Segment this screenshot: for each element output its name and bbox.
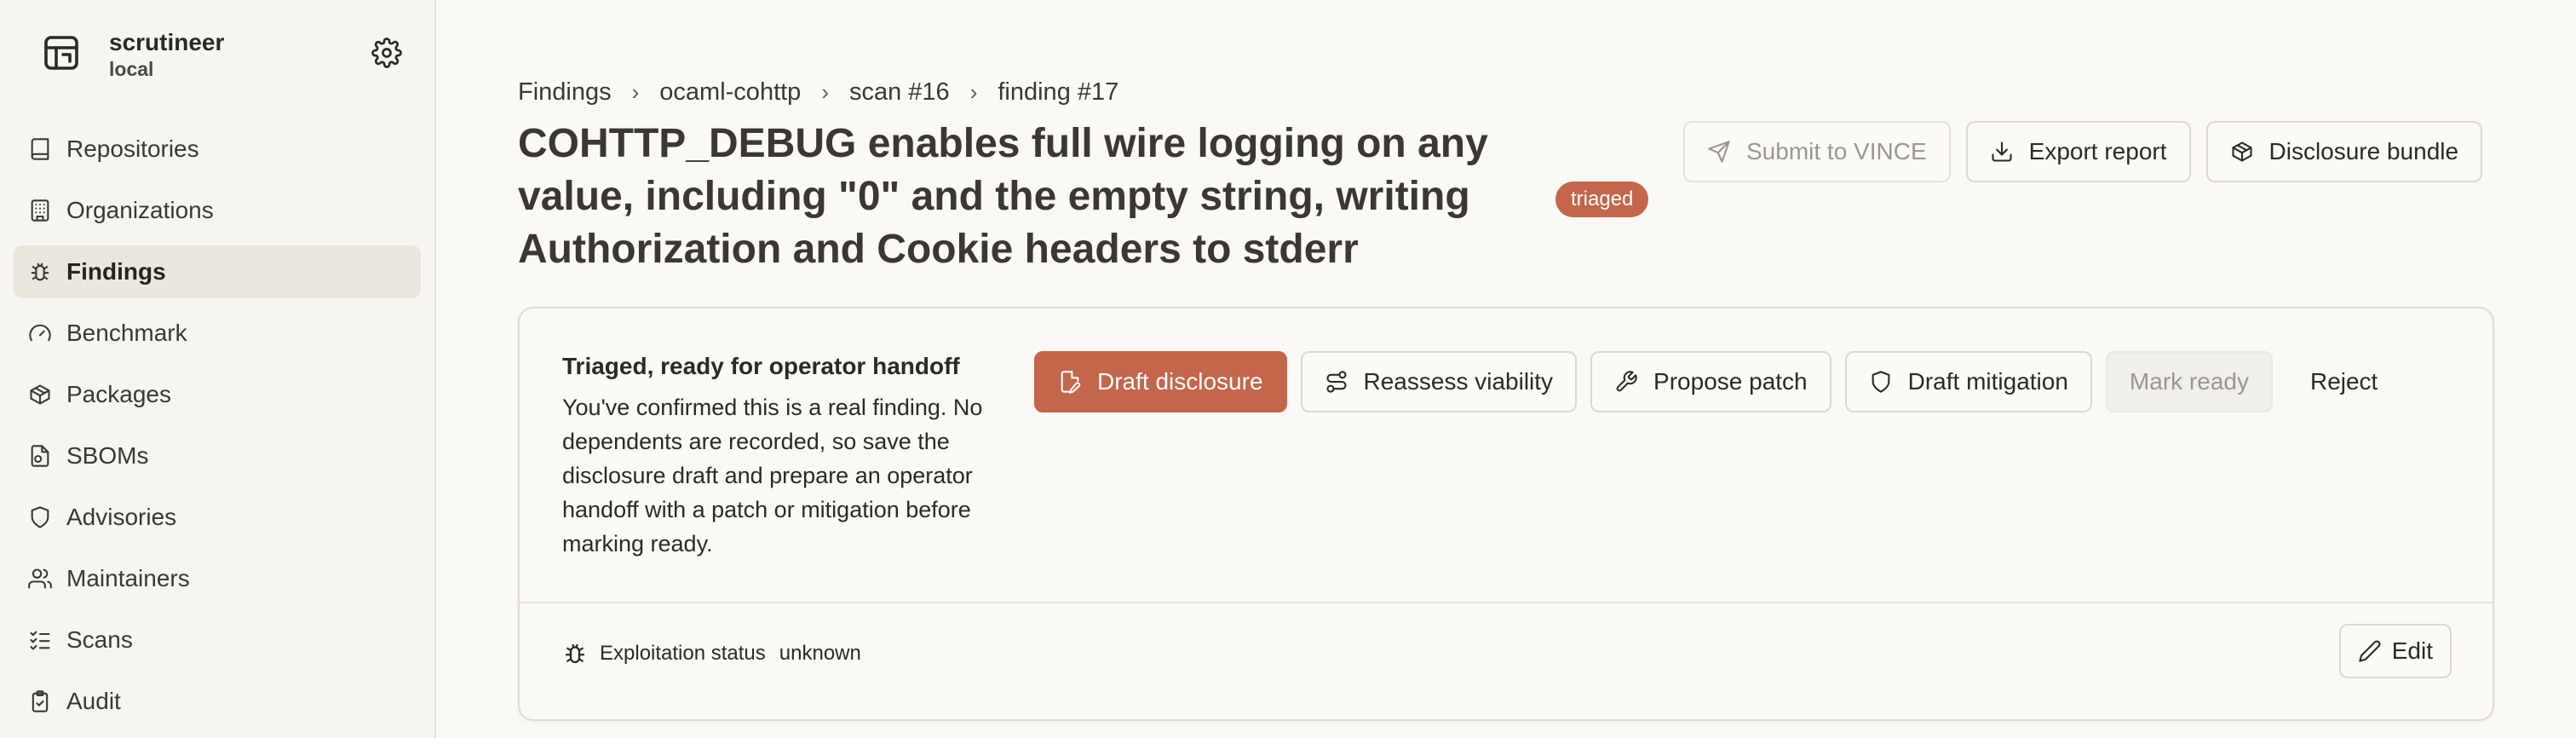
- handoff-description: You've confirmed this is a real finding.…: [562, 395, 983, 556]
- sidebar-item-label: Maintainers: [66, 565, 190, 591]
- mark-ready-button[interactable]: Mark ready: [2105, 351, 2273, 412]
- sidebar-item-label: Packages: [66, 381, 171, 407]
- sidebar: scrutineer local Repositories Organizati…: [0, 0, 436, 738]
- sidebar-item-organizations[interactable]: Organizations: [14, 184, 421, 237]
- exploitation-status: Exploitation status unknown: [562, 641, 861, 666]
- file-edit-icon: [1058, 370, 1082, 394]
- sidebar-item-label: Audit: [66, 688, 121, 714]
- wrench-icon: [1614, 370, 1638, 394]
- bug-icon: [562, 641, 588, 666]
- breadcrumb: Findings › ocaml-cohttp › scan #16 › fin…: [518, 75, 1118, 109]
- disclosure-bundle-label: Disclosure bundle: [2268, 138, 2459, 164]
- sidebar-item-label: Scans: [66, 626, 133, 653]
- export-report-button[interactable]: Export report: [1965, 121, 2191, 182]
- sidebar-item-label: Advisories: [66, 504, 177, 530]
- sidebar-item-benchmark[interactable]: Benchmark: [14, 307, 421, 360]
- pencil-icon: [2358, 639, 2382, 663]
- draft-mitigation-label: Draft mitigation: [1907, 368, 2068, 395]
- package-icon: [27, 382, 53, 407]
- brand: scrutineer local: [41, 29, 416, 80]
- chevron-right-icon: ›: [821, 78, 829, 105]
- breadcrumb-finding: finding #17: [998, 78, 1119, 106]
- submit-to-vince-label: Submit to VINCE: [1746, 138, 1927, 164]
- sidebar-item-scans[interactable]: Scans: [14, 614, 421, 666]
- shield-icon: [27, 504, 53, 530]
- sbom-file-icon: [27, 443, 53, 469]
- chevron-right-icon: ›: [631, 78, 640, 105]
- users-icon: [27, 566, 53, 591]
- sidebar-item-label: Repositories: [66, 135, 199, 162]
- edit-exploitation-button[interactable]: Edit: [2338, 624, 2452, 678]
- edit-label: Edit: [2391, 637, 2433, 664]
- propose-patch-button[interactable]: Propose patch: [1590, 351, 1831, 412]
- draft-disclosure-label: Draft disclosure: [1097, 368, 1263, 395]
- logo-icon: [41, 32, 82, 73]
- sidebar-item-packages[interactable]: Packages: [14, 368, 421, 421]
- mark-ready-label: Mark ready: [2129, 368, 2249, 395]
- reject-label: Reject: [2309, 368, 2378, 395]
- sidebar-nav: Repositories Organizations Findings Benc…: [14, 123, 421, 736]
- exploitation-status-label: Exploitation status: [600, 642, 766, 665]
- sidebar-item-label: Benchmark: [66, 320, 187, 346]
- disclosure-bundle-button[interactable]: Disclosure bundle: [2205, 121, 2483, 182]
- handoff-title: Triaged, ready for operator handoff: [562, 353, 960, 379]
- package-icon: [2230, 140, 2254, 164]
- submit-to-vince-button[interactable]: Submit to VINCE: [1683, 121, 1951, 182]
- sidebar-item-label: SBOMs: [66, 442, 149, 469]
- finding-actions: Submit to VINCE Export report Disclosure…: [1683, 121, 2483, 182]
- breadcrumb-scan[interactable]: scan #16: [849, 78, 950, 107]
- reject-button[interactable]: Reject: [2286, 351, 2401, 412]
- card-divider: [520, 602, 2493, 603]
- reassess-viability-label: Reassess viability: [1363, 368, 1554, 395]
- handoff-actions: Draft disclosure Reassess viability Prop…: [1034, 351, 2401, 412]
- app-name: scrutineer: [109, 29, 225, 55]
- route-icon: [1325, 370, 1348, 394]
- sidebar-item-label: Findings: [66, 258, 166, 285]
- exploitation-status-value: unknown: [779, 642, 861, 665]
- bug-icon: [27, 259, 53, 285]
- sidebar-item-audit[interactable]: Audit: [14, 675, 421, 728]
- building-icon: [27, 198, 53, 223]
- shield-icon: [1869, 370, 1893, 394]
- checklist-icon: [27, 627, 53, 653]
- draft-disclosure-button[interactable]: Draft disclosure: [1034, 351, 1287, 412]
- status-badge: triaged: [1555, 182, 1649, 217]
- gauge-icon: [27, 320, 53, 346]
- clipboard-check-icon: [27, 689, 53, 714]
- propose-patch-label: Propose patch: [1653, 368, 1808, 395]
- sidebar-item-findings[interactable]: Findings: [14, 245, 421, 298]
- sidebar-item-sboms[interactable]: SBOMs: [14, 430, 421, 482]
- download-icon: [1990, 140, 2014, 164]
- sidebar-item-maintainers[interactable]: Maintainers: [14, 552, 421, 605]
- export-report-label: Export report: [2028, 138, 2167, 164]
- page-title: COHTTP_DEBUG enables full wire logging o…: [518, 121, 1488, 272]
- sidebar-item-label: Organizations: [66, 197, 214, 223]
- sidebar-item-repositories[interactable]: Repositories: [14, 123, 421, 176]
- reassess-viability-button[interactable]: Reassess viability: [1300, 351, 1578, 412]
- breadcrumb-findings[interactable]: Findings: [518, 78, 612, 107]
- chevron-right-icon: ›: [969, 78, 978, 105]
- gear-icon[interactable]: [371, 37, 402, 68]
- app-environment: local: [109, 58, 154, 80]
- breadcrumb-repository[interactable]: ocaml-cohttp: [659, 78, 801, 107]
- repository-icon: [27, 136, 53, 162]
- handoff-card: Triaged, ready for operator handoff You'…: [518, 307, 2494, 721]
- send-icon: [1707, 140, 1731, 164]
- draft-mitigation-button[interactable]: Draft mitigation: [1844, 351, 2092, 412]
- sidebar-item-advisories[interactable]: Advisories: [14, 491, 421, 544]
